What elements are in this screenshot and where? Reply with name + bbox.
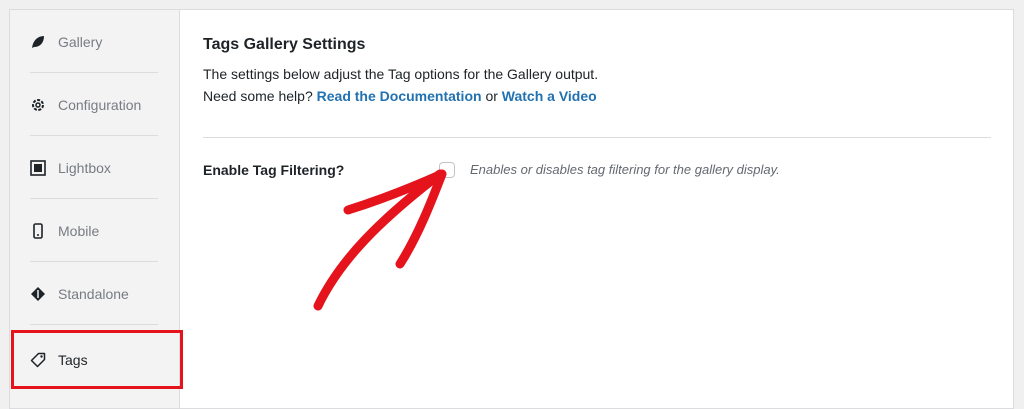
help-or: or (485, 88, 498, 104)
sidebar-item-label: Mobile (58, 222, 100, 239)
tag-filtering-help: Enables or disables tag filtering for th… (470, 162, 780, 177)
mobile-icon (30, 222, 46, 239)
content-divider (203, 137, 991, 138)
gear-icon (30, 97, 46, 113)
page-title: Tags Gallery Settings (203, 36, 366, 53)
sidebar-item-standalone[interactable]: Standalone (30, 262, 168, 325)
sidebar-divider (30, 324, 158, 325)
sidebar-item-label: Configuration (58, 96, 142, 113)
tag-filtering-checkbox[interactable] (439, 162, 455, 178)
settings-panel: Gallery Configuration Lightbox Mobile St… (9, 9, 1014, 409)
sidebar-item-gallery[interactable]: Gallery (30, 10, 168, 73)
sidebar-item-configuration[interactable]: Configuration (30, 73, 168, 136)
video-link[interactable]: Watch a Video (502, 88, 597, 104)
sidebar-item-mobile[interactable]: Mobile (30, 199, 168, 262)
tags-highlight-box (11, 330, 183, 389)
help-line: Need some help? Read the Documentation o… (203, 88, 597, 104)
tag-filtering-label: Enable Tag Filtering? (203, 162, 345, 178)
leaf-icon (30, 34, 46, 50)
settings-description: The settings below adjust the Tag option… (203, 66, 599, 82)
help-prefix: Need some help? (203, 88, 313, 104)
sidebar-item-label: Standalone (58, 285, 129, 302)
standalone-icon (30, 286, 46, 302)
sidebar-item-label: Lightbox (58, 159, 111, 176)
documentation-link[interactable]: Read the Documentation (317, 88, 482, 104)
sidebar-item-label: Gallery (58, 33, 103, 50)
lightbox-icon (30, 159, 46, 176)
sidebar-item-lightbox[interactable]: Lightbox (30, 136, 168, 199)
